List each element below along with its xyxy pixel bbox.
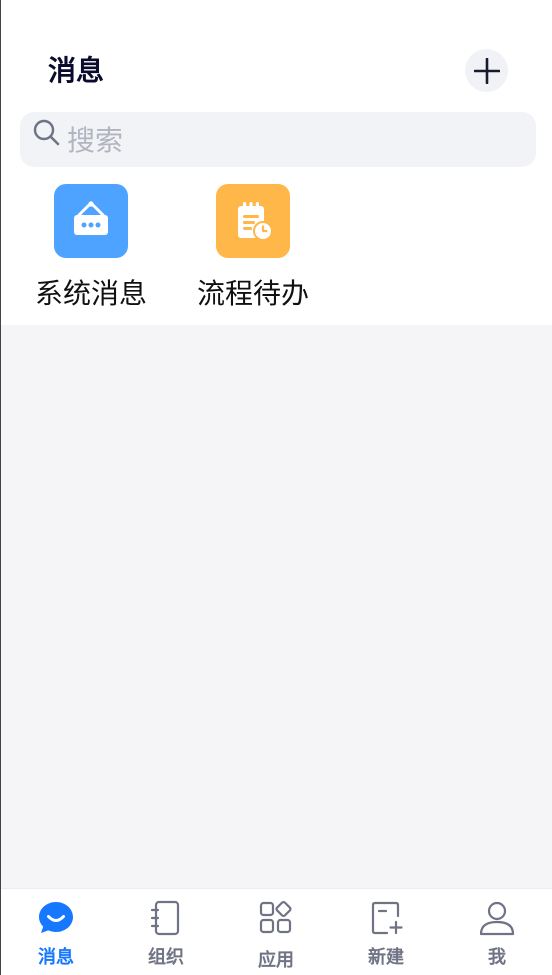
tab-label: 组织 — [148, 947, 184, 968]
header-panel: 消息 搜索 系统消息 流程待办 — [1, 0, 552, 325]
new-item-icon — [371, 901, 403, 935]
tab-organization[interactable]: 组织 — [111, 889, 221, 975]
quick-entry-process-todo[interactable]: 流程待办 — [183, 184, 323, 314]
apps-grid-icon — [259, 900, 292, 934]
tab-apps[interactable]: 应用 — [221, 889, 331, 975]
quick-entry-system-messages[interactable]: 系统消息 — [21, 184, 161, 314]
user-icon — [479, 901, 515, 936]
message-list-empty-area — [1, 325, 552, 888]
chat-bubble-icon — [39, 902, 73, 933]
contacts-book-icon — [150, 900, 180, 936]
clipboard-clock-icon — [238, 202, 273, 241]
tab-label: 应用 — [258, 950, 294, 971]
search-placeholder: 搜索 — [67, 124, 124, 157]
process-todo-tile — [216, 184, 290, 258]
announcement-board-icon — [74, 201, 108, 235]
tab-label: 消息 — [38, 947, 74, 968]
tab-messages[interactable]: 消息 — [1, 889, 111, 975]
quick-entry-label: 系统消息 — [34, 277, 147, 310]
system-messages-tile — [54, 184, 128, 258]
plus-icon — [473, 57, 500, 84]
page-title: 消息 — [48, 54, 105, 87]
tab-label: 我 — [488, 947, 506, 968]
search-icon — [33, 119, 60, 146]
quick-entry-label: 流程待办 — [196, 277, 309, 310]
bottom-tab-bar: 消息 组织 应用 新建 我 — [1, 888, 552, 975]
search-bar[interactable]: 搜索 — [20, 112, 536, 167]
tab-me[interactable]: 我 — [442, 889, 552, 975]
tab-new[interactable]: 新建 — [331, 889, 441, 975]
tab-label: 新建 — [368, 947, 404, 968]
add-button[interactable] — [465, 49, 508, 92]
